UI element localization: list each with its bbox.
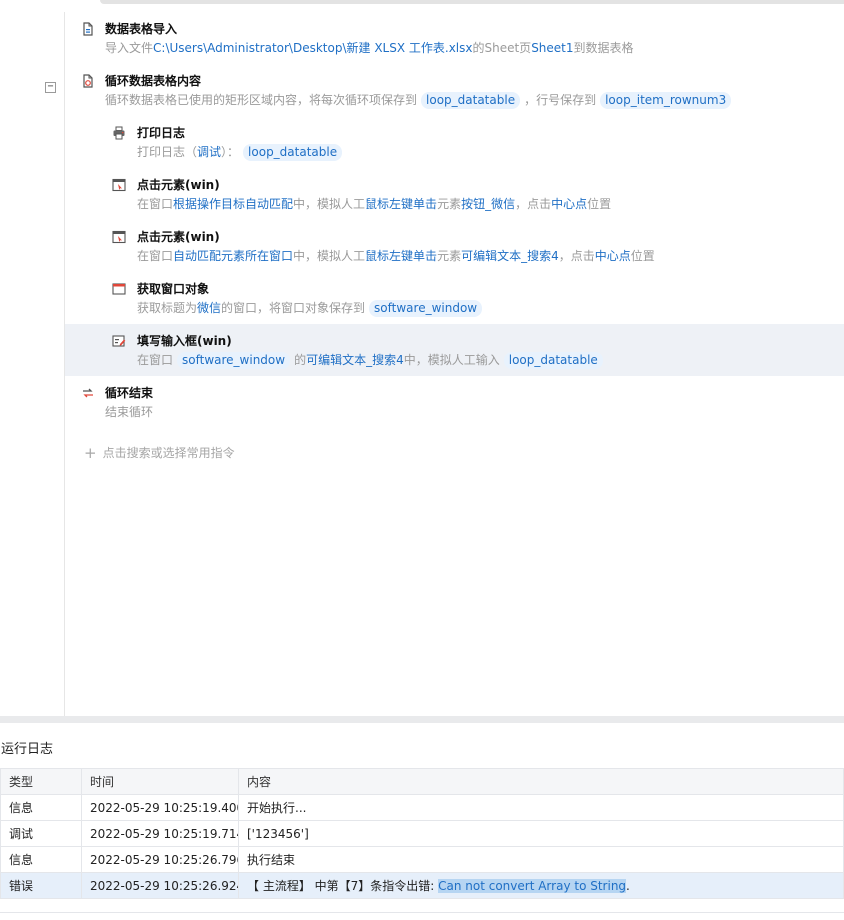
- add-command-button[interactable]: + 点击搜索或选择常用指令: [84, 444, 235, 462]
- variable-tag: loop_item_rownum3: [600, 92, 732, 109]
- loop-end-icon: [83, 388, 93, 398]
- run-log-title: 运行日志: [1, 742, 54, 757]
- command-description: 结束循环: [105, 405, 154, 419]
- command-click-element-1[interactable]: 点击元素(win) 在窗口根据操作目标自动匹配中，模拟人工鼠标左键单击元素按钮_…: [65, 168, 844, 220]
- log-time: 2022-05-29 10:25:19.400: [81, 794, 239, 821]
- command-description: 打印日志（调试）： loop_datatable: [137, 143, 346, 161]
- variable-tag: software_window: [177, 352, 291, 369]
- command-title: 循环结束: [105, 386, 154, 400]
- log-row[interactable]: 信息 2022-05-29 10:25:19.400 开始执行...: [0, 794, 844, 821]
- command-loop-datatable[interactable]: 循环数据表格内容 循环数据表格已使用的矩形区域内容，将每次循环项保存到 loop_…: [65, 64, 844, 116]
- input-box-icon: [112, 335, 126, 347]
- command-title: 获取窗口对象: [137, 282, 210, 296]
- log-content: 【 主流程】 中第【7】条指令出错: Can not convert Array…: [238, 872, 844, 899]
- command-title: 填写输入框(win): [137, 334, 232, 348]
- log-type: 信息: [0, 846, 82, 873]
- log-row[interactable]: 调试 2022-05-29 10:25:19.714 ['123456']: [0, 820, 844, 847]
- add-command-label: 点击搜索或选择常用指令: [102, 446, 235, 460]
- command-datatable-import[interactable]: 数据表格导入 导入文件C:\Users\Administrator\Deskto…: [65, 12, 844, 64]
- variable-tag: loop_datatable: [503, 352, 603, 369]
- log-type: 调试: [0, 820, 82, 847]
- log-content: ['123456']: [238, 820, 844, 847]
- log-header-row: 类型 时间 内容: [0, 768, 844, 795]
- run-log-table: 类型 时间 内容 信息 2022-05-29 10:25:19.400 开始执行…: [0, 768, 844, 899]
- command-click-element-2[interactable]: 点击元素(win) 在窗口自动匹配元素所在窗口中，模拟人工鼠标左键单击元素可编辑…: [65, 220, 844, 272]
- command-print-log[interactable]: 打印日志 打印日志（调试）： loop_datatable: [65, 116, 844, 168]
- command-fill-input[interactable]: 填写输入框(win) 在窗口 software_window 的可编辑文本_搜索4中…: [65, 324, 844, 376]
- log-type: 信息: [0, 794, 82, 821]
- log-row-error[interactable]: 错误 2022-05-29 10:25:26.924 【 主流程】 中第【7】条…: [0, 872, 844, 899]
- element-name: 可编辑文本_搜索4: [306, 353, 404, 367]
- column-header-type[interactable]: 类型: [0, 768, 82, 795]
- log-time: 2022-05-29 10:25:26.924: [81, 872, 239, 899]
- log-level: 调试: [197, 145, 222, 159]
- command-title: 循环数据表格内容: [105, 74, 202, 88]
- log-type: 错误: [0, 872, 82, 899]
- log-time: 2022-05-29 10:25:19.714: [81, 820, 239, 847]
- document-icon: [83, 22, 93, 36]
- command-title: 点击元素(win): [137, 230, 220, 244]
- error-message-selection[interactable]: Can not convert Array to String: [438, 879, 627, 893]
- variable-tag: loop_datatable: [243, 144, 343, 161]
- top-edge: [100, 0, 844, 4]
- command-title: 打印日志: [137, 126, 186, 140]
- command-title: 点击元素(win): [137, 178, 220, 192]
- log-time: 2022-05-29 10:25:26.796: [81, 846, 239, 873]
- command-title: 数据表格导入: [105, 22, 178, 36]
- printer-icon: [113, 126, 125, 140]
- command-description: 在窗口 software_window 的可编辑文本_搜索4中，模拟人工输入 loop…: [137, 351, 607, 369]
- log-bottom-border: [0, 912, 844, 913]
- log-content: 执行结束: [238, 846, 844, 873]
- command-loop-end[interactable]: 循环结束 结束循环: [65, 376, 844, 428]
- click-window-icon: [112, 178, 126, 192]
- command-description: 在窗口自动匹配元素所在窗口中，模拟人工鼠标左键单击元素可编辑文本_搜索4，点击中…: [137, 249, 655, 263]
- log-content: 开始执行...: [238, 794, 844, 821]
- file-path: C:\Users\Administrator\Desktop\新建 XLSX 工…: [153, 41, 473, 55]
- command-description: 在窗口根据操作目标自动匹配中，模拟人工鼠标左键单击元素按钮_微信，点击中心点位置: [137, 197, 612, 211]
- click-window-icon: [112, 230, 126, 244]
- sheet-name: Sheet1: [531, 41, 574, 55]
- panel-divider[interactable]: [0, 716, 844, 723]
- column-header-content[interactable]: 内容: [238, 768, 844, 795]
- element-name: 可编辑文本_搜索4: [461, 249, 559, 263]
- element-name: 按钮_微信: [461, 197, 516, 211]
- command-description: 导入文件C:\Users\Administrator\Desktop\新建 XL…: [105, 41, 634, 55]
- command-description: 获取标题为微信的窗口，将窗口对象保存到 software_window: [137, 299, 486, 317]
- command-description: 循环数据表格已使用的矩形区域内容，将每次循环项保存到 loop_datatable…: [105, 91, 735, 109]
- loop-document-icon: [83, 74, 93, 88]
- variable-tag: software_window: [369, 300, 483, 317]
- log-row[interactable]: 信息 2022-05-29 10:25:26.796 执行结束: [0, 846, 844, 873]
- window-icon: [112, 283, 126, 295]
- command-get-window[interactable]: 获取窗口对象 获取标题为微信的窗口，将窗口对象保存到 software_windo…: [65, 272, 844, 324]
- plus-icon: +: [84, 444, 97, 462]
- window-title: 微信: [197, 301, 222, 315]
- column-header-time[interactable]: 时间: [81, 768, 239, 795]
- variable-tag: loop_datatable: [421, 92, 521, 109]
- collapse-loop-button[interactable]: −: [45, 82, 56, 93]
